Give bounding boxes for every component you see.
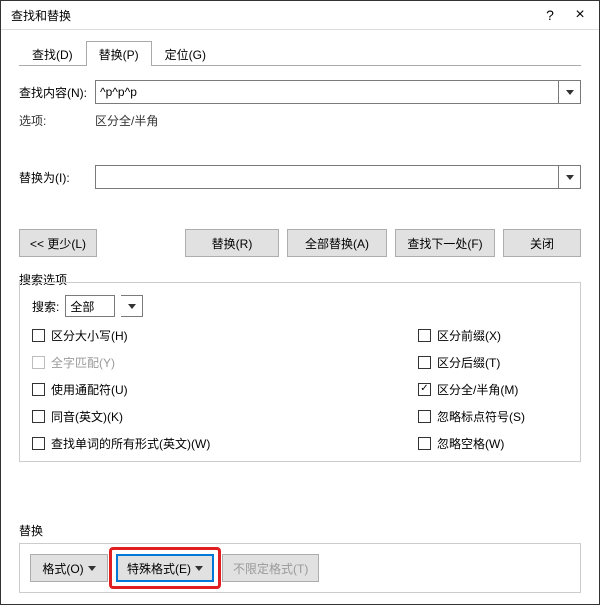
- checkbox-item[interactable]: 忽略空格(W): [418, 435, 568, 452]
- help-button[interactable]: ?: [535, 1, 565, 29]
- checkbox-label: 忽略空格(W): [437, 435, 504, 452]
- less-button[interactable]: << 更少(L): [19, 229, 97, 257]
- options-value: 区分全/半角: [95, 112, 158, 129]
- checkbox-label: 区分后缀(T): [437, 354, 500, 371]
- no-format-button-label: 不限定格式(T): [233, 560, 308, 577]
- tab-find[interactable]: 查找(D): [19, 41, 86, 66]
- replace-all-button[interactable]: 全部替换(A): [287, 229, 387, 257]
- close-button[interactable]: 关闭: [503, 229, 581, 257]
- options-label: 选项:: [19, 112, 95, 129]
- format-button-label: 格式(O): [42, 560, 83, 577]
- search-scope-row: 搜索: 全部: [32, 295, 568, 317]
- replace-with-label: 替换为(I):: [19, 169, 95, 186]
- footer-fieldset: 格式(O) 特殊格式(E) 不限定格式(T): [19, 543, 581, 593]
- dialog-body: 查找(D) 替换(P) 定位(G) 查找内容(N): ^p^p^p 选项: 区分…: [1, 30, 599, 611]
- format-button[interactable]: 格式(O): [30, 554, 108, 582]
- replace-button[interactable]: 替换(R): [185, 229, 279, 257]
- check-columns: 区分大小写(H) 全字匹配(Y) 使用通配符(U) 同音(英文)(K) 查找单词的所有形…: [32, 327, 568, 452]
- special-format-button-label: 特殊格式(E): [127, 560, 191, 577]
- title-bar: 查找和替换 ? ×: [1, 1, 599, 30]
- chevron-down-icon: [128, 304, 136, 309]
- checkbox-box: [418, 410, 431, 423]
- replace-dropdown-button[interactable]: [559, 165, 581, 189]
- checkbox-box: [32, 410, 45, 423]
- find-dropdown-button[interactable]: [559, 80, 581, 104]
- find-next-button[interactable]: 查找下一处(F): [395, 229, 495, 257]
- find-content-field[interactable]: ^p^p^p: [95, 80, 559, 104]
- checkbox-box: [32, 329, 45, 342]
- no-format-button: 不限定格式(T): [222, 554, 319, 582]
- checkbox-label: 全字匹配(Y): [51, 354, 115, 371]
- options-row: 选项: 区分全/半角: [19, 112, 581, 129]
- replace-row: 替换为(I):: [19, 165, 581, 189]
- special-format-button[interactable]: 特殊格式(E): [116, 554, 214, 582]
- checkbox-box: [418, 437, 431, 450]
- search-options-fieldset: 搜索: 全部 区分大小写(H) 全字匹配(Y) 使用通配符(U) 同音(英文)(K) 查…: [19, 282, 581, 462]
- action-button-row: << 更少(L) 替换(R) 全部替换(A) 查找下一处(F) 关闭: [19, 229, 581, 257]
- footer-section-label: 替换: [19, 462, 581, 539]
- checkbox-item[interactable]: 同音(英文)(K): [32, 408, 418, 425]
- check-column-left: 区分大小写(H) 全字匹配(Y) 使用通配符(U) 同音(英文)(K) 查找单词的所有形…: [32, 327, 418, 452]
- checkbox-item[interactable]: 区分大小写(H): [32, 327, 418, 344]
- checkbox-item[interactable]: 区分后缀(T): [418, 354, 568, 371]
- checkbox-item: 全字匹配(Y): [32, 354, 418, 371]
- checkbox-box: [32, 356, 45, 369]
- checkbox-item[interactable]: 使用通配符(U): [32, 381, 418, 398]
- checkbox-item[interactable]: 区分前缀(X): [418, 327, 568, 344]
- find-combo-wrap: ^p^p^p: [95, 80, 581, 104]
- checkbox-item[interactable]: 区分全/半角(M): [418, 381, 568, 398]
- check-column-right: 区分前缀(X) 区分后缀(T) 区分全/半角(M) 忽略标点符号(S) 忽略空格(W): [418, 327, 568, 452]
- tab-goto[interactable]: 定位(G): [152, 41, 219, 66]
- checkbox-item[interactable]: 查找单词的所有形式(英文)(W): [32, 435, 418, 452]
- footer-buttons: 格式(O) 特殊格式(E) 不限定格式(T): [30, 554, 570, 582]
- chevron-down-icon: [88, 566, 96, 571]
- find-content-label: 查找内容(N):: [19, 84, 95, 101]
- checkbox-item[interactable]: 忽略标点符号(S): [418, 408, 568, 425]
- search-scope-select[interactable]: 全部: [65, 295, 115, 317]
- chevron-down-icon: [566, 90, 574, 95]
- dialog-title: 查找和替换: [11, 7, 535, 24]
- checkbox-label: 忽略标点符号(S): [437, 408, 525, 425]
- checkbox-box: [418, 383, 431, 396]
- checkbox-label: 查找单词的所有形式(英文)(W): [51, 435, 210, 452]
- chevron-down-icon: [566, 175, 574, 180]
- checkbox-label: 使用通配符(U): [51, 381, 128, 398]
- search-scope-dropdown-button[interactable]: [121, 295, 143, 317]
- checkbox-label: 区分大小写(H): [51, 327, 128, 344]
- replace-combo-wrap: [95, 165, 581, 189]
- checkbox-box: [418, 329, 431, 342]
- find-row: 查找内容(N): ^p^p^p: [19, 80, 581, 104]
- tab-replace[interactable]: 替换(P): [86, 41, 152, 66]
- tabs: 查找(D) 替换(P) 定位(G): [19, 40, 581, 66]
- checkbox-label: 区分全/半角(M): [437, 381, 518, 398]
- chevron-down-icon: [195, 566, 203, 571]
- replace-with-field[interactable]: [95, 165, 559, 189]
- find-replace-dialog: 查找和替换 ? × 查找(D) 替换(P) 定位(G) 查找内容(N): ^p^…: [0, 0, 600, 605]
- search-scope-label: 搜索:: [32, 298, 59, 315]
- checkbox-box: [32, 383, 45, 396]
- checkbox-label: 同音(英文)(K): [51, 408, 123, 425]
- checkbox-label: 区分前缀(X): [437, 327, 501, 344]
- checkbox-box: [32, 437, 45, 450]
- checkbox-box: [418, 356, 431, 369]
- close-window-button[interactable]: ×: [565, 1, 595, 29]
